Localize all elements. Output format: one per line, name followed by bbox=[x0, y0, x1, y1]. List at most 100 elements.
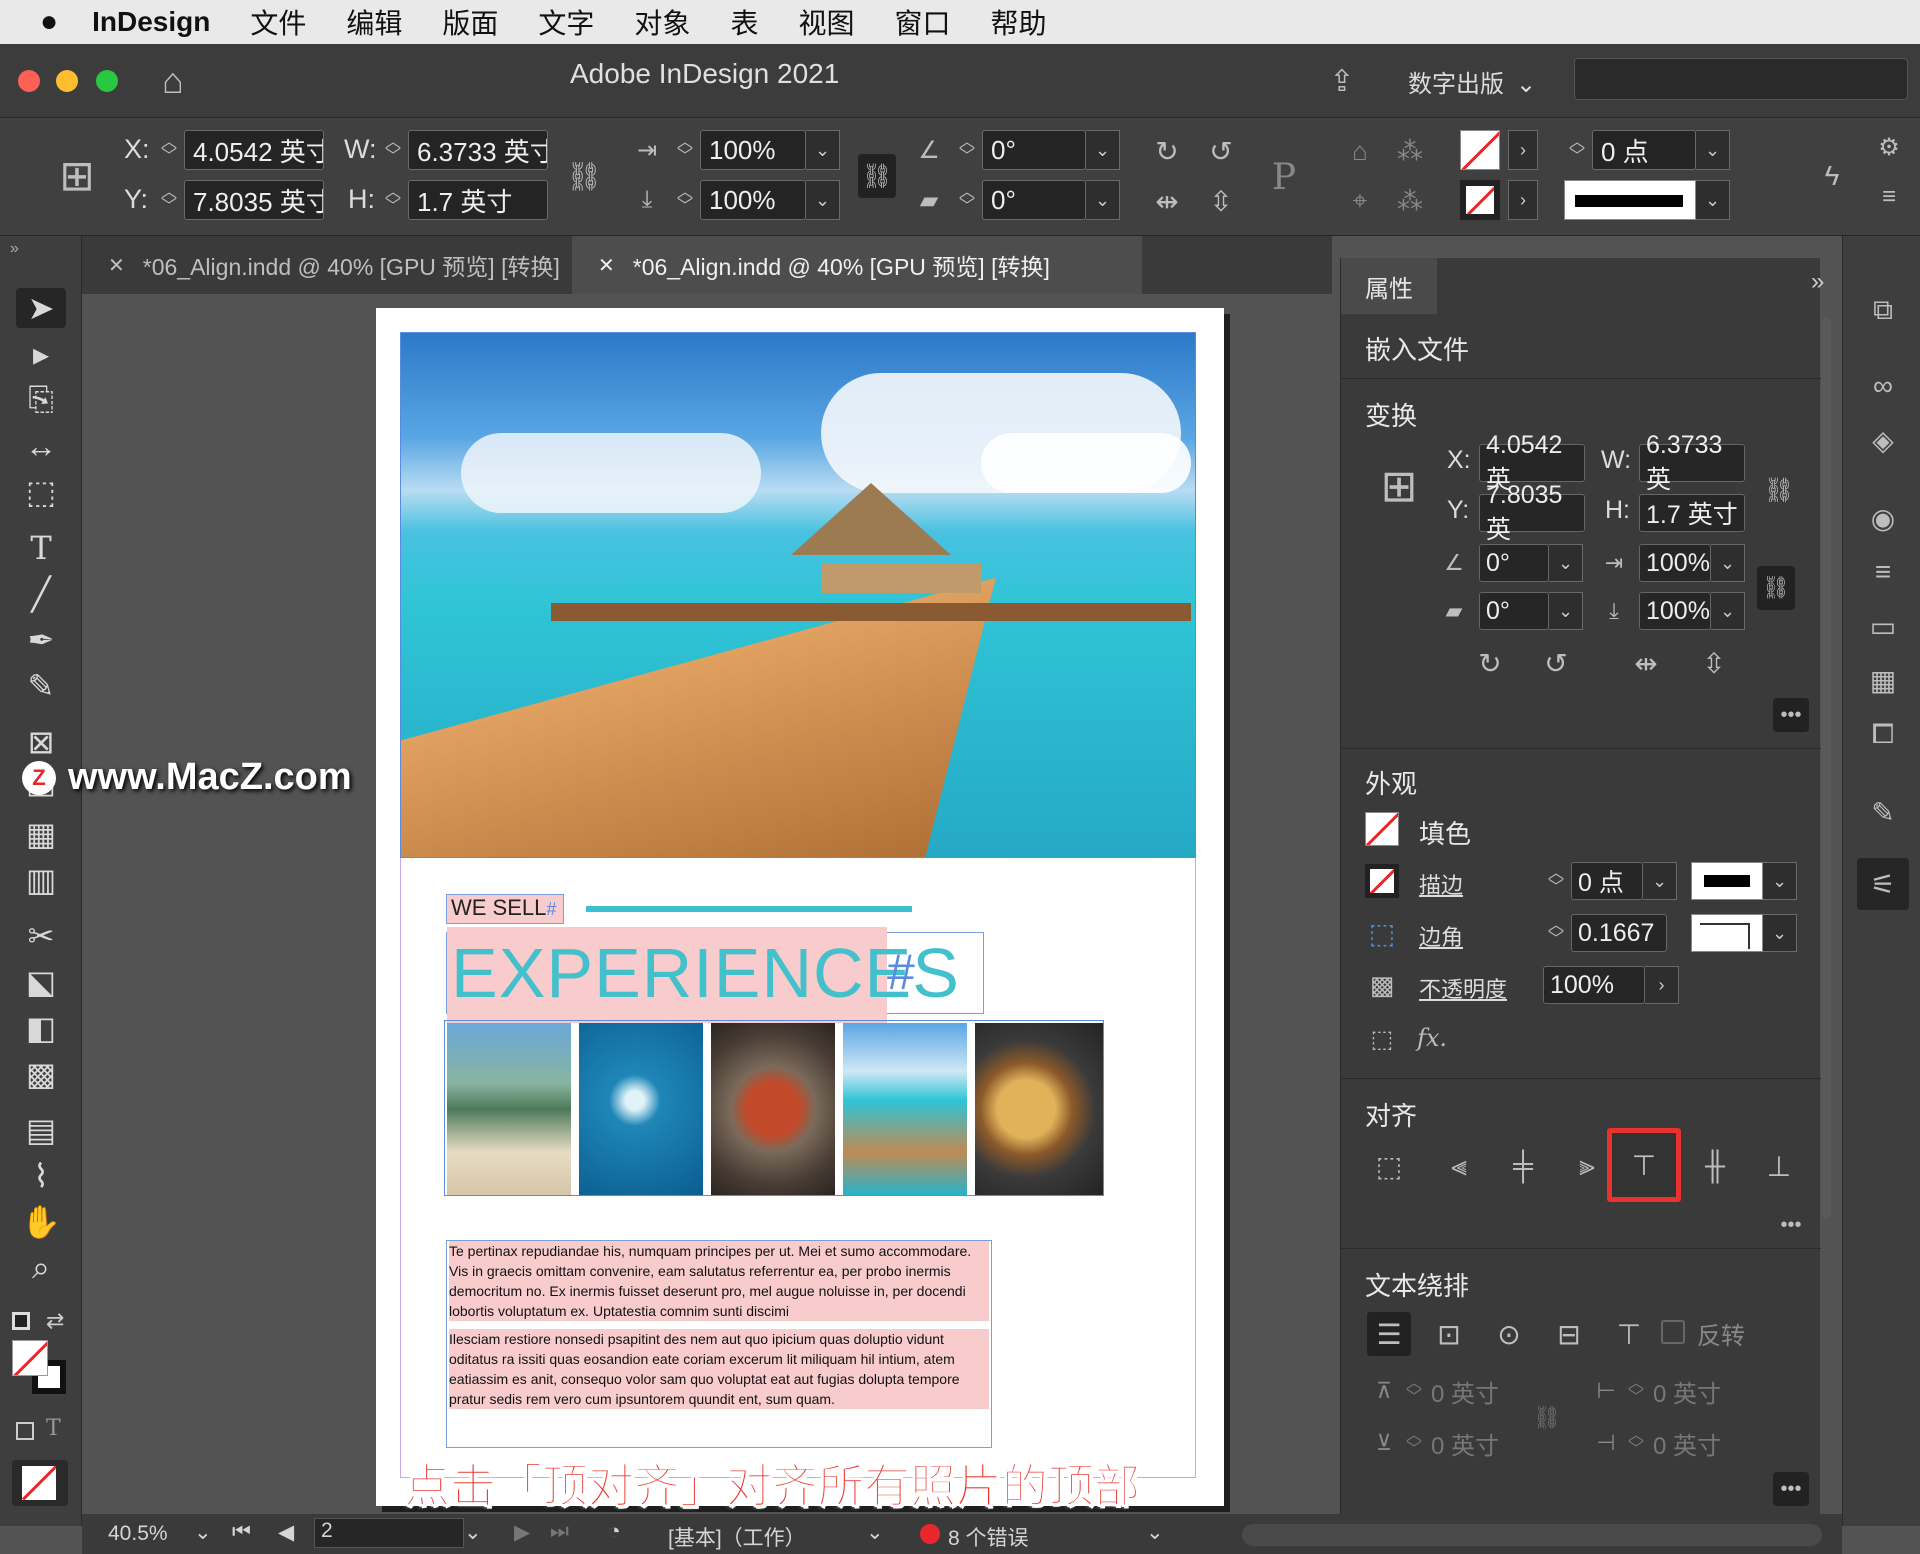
select-content-icon[interactable]: ⌖ bbox=[1340, 180, 1380, 222]
fill-stroke-proxy[interactable] bbox=[12, 1340, 68, 1396]
corner-stepper[interactable]: ︿ ﹀ bbox=[1543, 914, 1569, 952]
wrap-bounding-box-icon[interactable]: ⊡ bbox=[1427, 1312, 1471, 1356]
apple-icon[interactable]: ● bbox=[40, 5, 58, 39]
align-horizontal-centers-icon[interactable]: ╪ bbox=[1501, 1144, 1545, 1188]
scale-y-dropdown[interactable]: ⌄ bbox=[806, 180, 840, 220]
thumbnail-boat[interactable] bbox=[447, 1023, 571, 1195]
invert-checkbox[interactable] bbox=[1661, 1320, 1685, 1344]
gear-icon[interactable]: ⚙ bbox=[1872, 130, 1906, 164]
fill-swatch[interactable] bbox=[1460, 130, 1500, 170]
more-options-icon[interactable]: ••• bbox=[1773, 698, 1809, 732]
stroke-weight-stepper[interactable]: ︿ ﹀ bbox=[1543, 862, 1569, 900]
thumbnail-pier[interactable] bbox=[843, 1023, 967, 1195]
constrain-proportions-icon[interactable]: ⛓ bbox=[1761, 470, 1797, 510]
left-offset-stepper[interactable]: ︿ ﹀ bbox=[1623, 1372, 1649, 1410]
panel-scrollbar[interactable] bbox=[1821, 318, 1831, 1218]
right-offset-field[interactable]: 0 英寸 bbox=[1653, 1424, 1749, 1462]
apply-none-icon[interactable] bbox=[12, 1460, 68, 1506]
menu-help[interactable]: 帮助 bbox=[990, 2, 1046, 42]
h-field[interactable]: 1.7 英寸 bbox=[408, 180, 548, 220]
shear-dropdown[interactable]: ⌄ bbox=[1086, 180, 1120, 220]
free-transform-tool-icon[interactable]: ⬕ bbox=[16, 962, 66, 1002]
horizontal-scrollbar[interactable] bbox=[1242, 1524, 1822, 1546]
menu-app[interactable]: InDesign bbox=[92, 6, 210, 38]
corner-shape-field[interactable] bbox=[1691, 914, 1763, 952]
stroke-weight-dropdown[interactable]: ⌄ bbox=[1696, 130, 1730, 170]
line-tool-icon[interactable]: ╱ bbox=[16, 574, 66, 614]
tools-collapse-icon[interactable]: » bbox=[10, 240, 19, 258]
scale-y-stepper[interactable]: ︿ ﹀ bbox=[672, 180, 698, 220]
panel-x-field[interactable]: 4.0542 英 bbox=[1479, 431, 1585, 494]
document-tab-active[interactable]: ✕ *06_Align.indd @ 40% [GPU 预览] [转换] bbox=[572, 236, 1142, 294]
stroke-weight-stepper[interactable]: ︿ ﹀ bbox=[1564, 130, 1590, 170]
grid-tool-icon[interactable]: ▥ bbox=[16, 860, 66, 900]
home-icon[interactable]: ⌂ bbox=[150, 58, 196, 104]
panel-shear-field[interactable]: 0° bbox=[1479, 592, 1549, 630]
link-scale-icon[interactable]: ⛓ bbox=[1757, 566, 1795, 610]
layers-panel-icon[interactable]: ◈ bbox=[1863, 420, 1903, 460]
rotate-dropdown[interactable]: ⌄ bbox=[1086, 130, 1120, 170]
rotate-ccw-icon[interactable]: ↺ bbox=[1200, 130, 1242, 172]
w-field[interactable]: 6.3733 英寸 bbox=[408, 130, 548, 170]
thumbnail-food[interactable] bbox=[711, 1023, 835, 1195]
pen-tool-icon[interactable]: ✒ bbox=[16, 620, 66, 660]
stroke-type-dropdown[interactable]: ⌄ bbox=[1696, 180, 1730, 220]
fill-swatch[interactable] bbox=[1365, 812, 1399, 846]
left-offset-field[interactable]: 0 英寸 bbox=[1653, 1372, 1749, 1410]
top-offset-stepper[interactable]: ︿ ﹀ bbox=[1401, 1372, 1427, 1410]
document-page[interactable]: WE SELL# EXPERIENCES # Te pertinax repud… bbox=[376, 308, 1224, 1506]
menu-table[interactable]: 表 bbox=[730, 2, 758, 42]
search-field[interactable] bbox=[1574, 58, 1908, 100]
panel-opacity-field[interactable]: 100% bbox=[1543, 966, 1645, 1004]
previous-page-icon[interactable]: ◀ bbox=[278, 1520, 294, 1545]
constrain-proportions-icon[interactable]: ⛓ bbox=[566, 156, 602, 196]
opacity-label[interactable]: 不透明度 bbox=[1419, 972, 1507, 1004]
menu-edit[interactable]: 编辑 bbox=[346, 2, 402, 42]
gradient-panel-icon[interactable]: ▭ bbox=[1863, 606, 1903, 646]
rotate-cw-icon[interactable]: ↻ bbox=[1469, 642, 1511, 684]
flip-vertical-icon[interactable]: ⇳ bbox=[1693, 642, 1735, 684]
paragraph-styles-icon[interactable]: ✎ bbox=[1863, 792, 1903, 832]
thumbnail-group[interactable] bbox=[444, 1020, 1104, 1196]
select-previous-icon[interactable]: ⁂ bbox=[1390, 130, 1430, 172]
links-panel-icon[interactable]: ∞ bbox=[1863, 366, 1903, 406]
rotate-stepper[interactable]: ︿ ﹀ bbox=[954, 130, 980, 170]
panel-stroke-weight-field[interactable]: 0 点 bbox=[1571, 862, 1643, 900]
stroke-weight-field[interactable]: 0 点 bbox=[1592, 130, 1696, 170]
note-tool-icon[interactable]: ▤ bbox=[16, 1110, 66, 1150]
content-collector-icon[interactable]: ⬚ bbox=[16, 472, 66, 512]
page-number-field[interactable]: 2 bbox=[314, 1518, 464, 1548]
swap-fill-stroke-icon[interactable]: ⇄ bbox=[46, 1308, 64, 1334]
stroke-panel-icon[interactable]: ≡ bbox=[1863, 552, 1903, 592]
menu-view[interactable]: 视图 bbox=[798, 2, 854, 42]
page-tool-icon[interactable]: ⎘ bbox=[16, 380, 66, 420]
stroke-swatch[interactable] bbox=[1365, 864, 1399, 898]
close-tab-icon[interactable]: ✕ bbox=[598, 253, 615, 278]
panel-shear-dropdown[interactable]: ⌄ bbox=[1549, 592, 1583, 630]
quick-apply-icon[interactable]: ϟ bbox=[1814, 154, 1850, 198]
formatting-container-icon[interactable] bbox=[16, 1422, 34, 1440]
reference-point-icon[interactable]: ⊞ bbox=[1371, 458, 1427, 514]
select-container-icon[interactable]: ⌂ bbox=[1340, 130, 1380, 172]
no-wrap-icon[interactable]: ☰ bbox=[1367, 1312, 1411, 1356]
document-tab[interactable]: ✕ *06_Align.indd @ 40% [GPU 预览] [转换] bbox=[82, 236, 572, 294]
stroke-dropdown[interactable]: › bbox=[1508, 180, 1538, 220]
fx-button[interactable]: fx. bbox=[1417, 1024, 1447, 1052]
reference-point-icon[interactable]: ⊞ bbox=[50, 148, 104, 202]
align-left-edges-icon[interactable]: ⫷ bbox=[1437, 1144, 1481, 1188]
stroke-weight-dropdown[interactable]: ⌄ bbox=[1643, 862, 1677, 900]
panel-h-field[interactable]: 1.7 英寸 bbox=[1639, 494, 1745, 532]
rotate-field[interactable]: 0° bbox=[982, 130, 1086, 170]
pencil-tool-icon[interactable]: ✎ bbox=[16, 666, 66, 706]
panel-corner-field[interactable]: 0.1667 bbox=[1571, 914, 1667, 952]
menu-layout[interactable]: 版面 bbox=[442, 2, 498, 42]
direct-selection-tool-icon[interactable]: ▸ bbox=[16, 334, 66, 374]
hero-image-pier[interactable] bbox=[400, 332, 1196, 858]
panel-scale-y-field[interactable]: 100% bbox=[1639, 592, 1711, 630]
flip-vertical-icon[interactable]: ⇳ bbox=[1200, 180, 1242, 222]
align-more-options-icon[interactable]: ••• bbox=[1773, 1210, 1809, 1240]
heading-large-frame[interactable]: EXPERIENCES # bbox=[446, 927, 984, 1023]
cc-libraries-icon[interactable]: ▦ bbox=[1863, 660, 1903, 700]
panel-collapse-icon[interactable]: » bbox=[1811, 268, 1824, 296]
rotate-cw-icon[interactable]: ↻ bbox=[1146, 130, 1188, 172]
